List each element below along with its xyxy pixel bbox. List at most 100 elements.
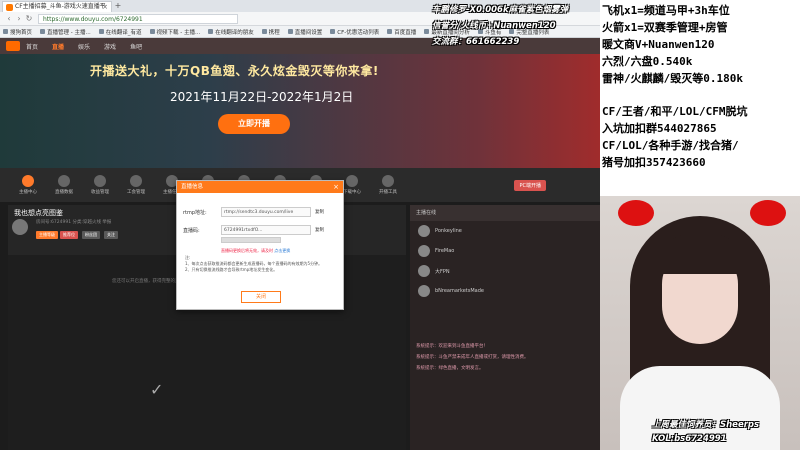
overlay-text: 猪号加扣357423660 [602, 156, 706, 169]
rtmp-field[interactable]: rtmp://sendtc3.douyu.com/live [221, 207, 311, 217]
copy-code-button[interactable]: 复制 [315, 227, 324, 233]
bookmark-icon [40, 29, 46, 34]
tool-icon [382, 175, 394, 187]
webcam-feed: 上周最佳饲养员：Sheerps KOL:bs6724991 [600, 196, 800, 450]
room-title: 我也想点亮图鉴 [14, 209, 63, 217]
nav-entertainment[interactable]: 娱乐 [78, 42, 90, 51]
banner-slogan: 开播送大礼，十万QB鱼翅、永久炫金毁灭等你来拿! [90, 64, 379, 78]
code-warning: 直播码更换后将无效，请及时 点击更换 [221, 248, 291, 253]
recommend-badge: 推荐位 [60, 231, 78, 239]
tool-item[interactable]: 直播数据 [46, 175, 82, 195]
chat-message: 系统提示：绿色直播，文明发言。 [416, 366, 484, 371]
webcam-caption: KOL:bs6724991 [652, 434, 727, 444]
ranking-row[interactable]: Ponkeyline [410, 221, 600, 241]
avatar [418, 225, 430, 237]
bookmark-item[interactable]: 百度直播 [387, 28, 416, 36]
bookmark-item[interactable]: 视频下载 - 主播... [149, 28, 200, 36]
tab-close-icon[interactable]: × [102, 2, 108, 12]
bookmark-item[interactable]: 在线翻译的朋友 [208, 28, 254, 36]
bookmark-icon [208, 29, 214, 34]
banner-dates: 2021年11月22日-2022年1月2日 [170, 90, 354, 104]
tool-icon [94, 175, 106, 187]
nav-home[interactable]: 首页 [26, 42, 38, 51]
browser-tab[interactable]: CF主播招募_斗鱼-游戏火速直播平 × [2, 1, 112, 12]
chat-message: 系统提示：斗鱼严禁未成年人直播或打赏，请理性消费。 [416, 355, 529, 360]
overlay-text: 入坑加扣群544027865 [602, 122, 717, 135]
browser-window: CF主播招募_斗鱼-游戏火速直播平 × + ‹ › ↻ https://www.… [0, 0, 600, 450]
back-icon[interactable]: ‹ [4, 14, 14, 23]
avatar [418, 245, 430, 257]
pc-live-button[interactable]: PC端开播 [514, 179, 546, 191]
tool-icon [22, 175, 34, 187]
close-dialog-button[interactable]: 关闭 [241, 291, 281, 303]
follow-button[interactable]: 关注 [104, 231, 118, 239]
bookmark-item[interactable]: CF-优惠活动列表 [330, 28, 379, 36]
bookmark-icon [261, 29, 267, 34]
tool-item[interactable]: 收益管理 [82, 175, 118, 195]
bookmark-icon [3, 29, 8, 34]
overlay-text: 雷神/火麒麟/毁灭等0.180k [602, 72, 743, 85]
stream-code-field[interactable]: 6724991rtxdfO... [221, 225, 311, 235]
bookmark-item[interactable]: 搜狗首页 [3, 28, 32, 36]
copy-rtmp-button[interactable]: 复制 [315, 209, 324, 215]
tool-icon [58, 175, 70, 187]
tool-icon [130, 175, 142, 187]
hair-bow-left [618, 200, 654, 226]
ranking-row[interactable]: bNreamarketsMade [410, 281, 600, 301]
ranking-row[interactable]: FireMao [410, 241, 600, 261]
overlay-text: CF/LOL/各种手游/找合猪/ [602, 139, 739, 152]
bookmark-icon [98, 29, 104, 34]
stream-code-label: 直播码: [183, 228, 200, 234]
tool-item[interactable]: 工会管理 [118, 175, 154, 195]
overlay-text: CF/王者/和平/LOL/CFM脱坑 [602, 105, 748, 118]
bookmark-icon [149, 29, 155, 34]
url-input[interactable]: https://www.douyu.com/6724991 [38, 13, 238, 24]
avatar [418, 265, 430, 277]
nav-live[interactable]: 直播 [52, 42, 64, 51]
refresh-icon[interactable]: ↻ [24, 14, 34, 23]
rtmp-label: rtmp地址: [183, 210, 207, 216]
overlay-text: 火箭x1=双赛季管理+房管 [602, 21, 728, 34]
dialog-notes: 注: 1、每次点击获取推流码都会更新生成直播码，每个直播码的有效期为5分钟。 2… [185, 255, 323, 272]
fan-badge[interactable]: 粉丝团 [82, 231, 100, 239]
overlay-text: 飞机x1=频道马甲+3h车位 [602, 4, 730, 17]
stream-info-dialog: 直播信息 × rtmp地址: rtmp://sendtc3.douyu.com/… [176, 180, 344, 310]
code-scrollbar[interactable] [221, 237, 281, 243]
chat-header: 主播在线 [410, 205, 600, 221]
new-tab-button[interactable]: + [112, 1, 124, 12]
room-meta: 房间号:6724991 分类:穿越火线 举报 [36, 220, 112, 225]
chat-panel: 主播在线 Ponkeyline FireMao 大FPN bNreamarketsMa… [410, 205, 600, 450]
bookmark-item[interactable]: 直播间设置 [287, 28, 322, 36]
change-code-link[interactable]: 点击更换 [274, 248, 290, 253]
dialog-header: 直播信息 × [177, 181, 343, 193]
close-icon[interactable]: × [333, 181, 339, 193]
ranking-row[interactable]: 大FPN [410, 261, 600, 281]
stream-overlay-panel: 飞机x1=频道马甲+3h车位 火箭x1=双赛季管理+房管 暖文商V+Nuanwe… [600, 0, 800, 200]
hair-bow-right [750, 200, 786, 226]
overlay-text: 暖文商V+Nuanwen120 [602, 38, 715, 51]
start-live-button[interactable]: 立即开播 [218, 114, 290, 134]
bookmark-icon [330, 29, 336, 34]
overlay-line: 车鹏修罗-X0.006k麻雀紫色烟雾弹 [432, 5, 569, 15]
nav-fishbar[interactable]: 鱼吧 [130, 42, 142, 51]
overlay-line: 交流群：661662239 [432, 37, 520, 47]
tool-item[interactable]: 主播中心 [10, 175, 46, 195]
forward-icon[interactable]: › [14, 14, 24, 23]
douyu-favicon-icon [6, 4, 13, 11]
nav-games[interactable]: 游戏 [104, 42, 116, 51]
webcam-caption: 上周最佳饲养员：Sheerps [652, 420, 760, 430]
tab-title: CF主播招募_斗鱼-游戏火速直播平 [15, 3, 106, 10]
tool-icon [346, 175, 358, 187]
avatar [418, 285, 430, 297]
promo-banner: 开播送大礼，十万QB鱼翅、永久炫金毁灭等你来拿! 2021年11月22日-202… [0, 54, 600, 168]
douyu-logo-icon[interactable] [6, 41, 20, 51]
dialog-title: 直播信息 [181, 184, 204, 190]
bookmark-item[interactable]: 直播管理 - 主播... [40, 28, 91, 36]
tool-item[interactable]: 开播工具 [370, 175, 406, 195]
overlay-text: 六烈/六盘0.540k [602, 55, 693, 68]
bookmark-item[interactable]: 在线翻译_有道 [98, 28, 142, 36]
bookmark-item[interactable]: 携程 [261, 28, 280, 36]
chat-message: 系统提示：欢迎来到斗鱼直播平台！ [416, 344, 488, 349]
placeholder-logo-icon: ✓ [150, 380, 164, 399]
avatar[interactable] [12, 219, 28, 235]
